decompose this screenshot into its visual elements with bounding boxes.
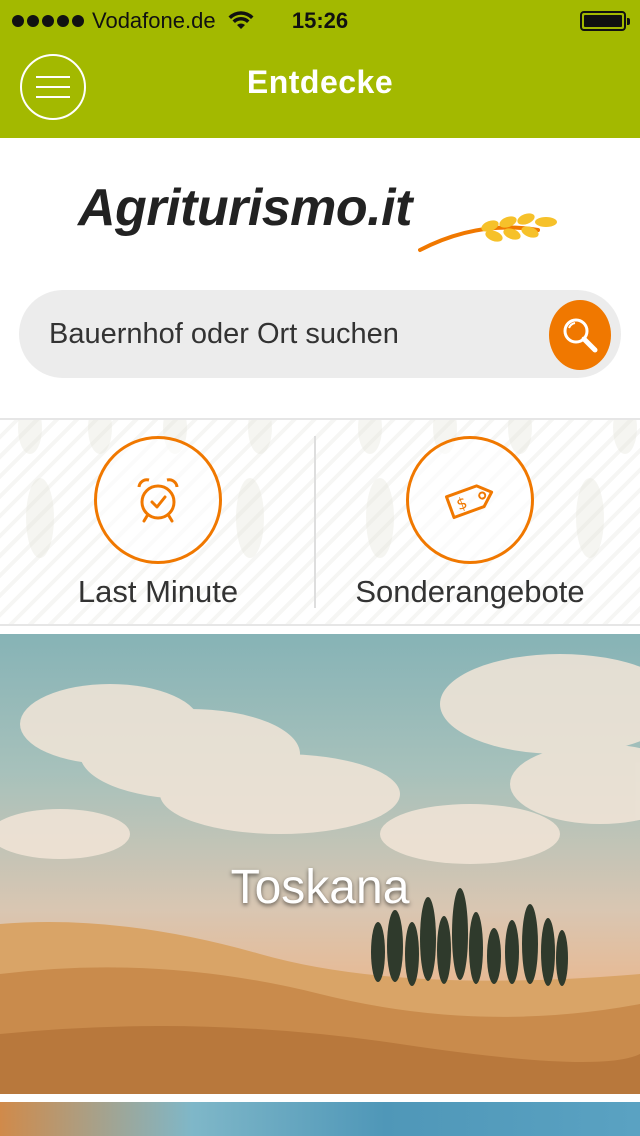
last-minute-button[interactable]: Last Minute: [8, 436, 308, 616]
wheat-icon: [418, 213, 557, 252]
sonderangebote-label: Sonderangebote: [355, 574, 585, 609]
brand-logo: Agriturismo.it: [78, 178, 568, 258]
svg-text:$: $: [454, 493, 470, 514]
alarm-clock-icon: [137, 478, 179, 523]
sonderangebote-button[interactable]: $ Sonderangebote: [320, 436, 620, 616]
last-minute-icon-circle: [94, 436, 222, 564]
destination-title: Toskana: [230, 861, 410, 914]
status-bar: Vodafone.de 15:26: [0, 0, 640, 40]
search-icon: [563, 318, 598, 353]
page-title: Entdecke: [246, 64, 394, 100]
last-minute-label: Last Minute: [77, 574, 239, 609]
quick-actions-divider: [314, 436, 316, 608]
battery-icon: [580, 11, 630, 31]
quick-actions: Last Minute $ Sonderangebote: [0, 418, 640, 626]
search-button[interactable]: [549, 300, 611, 370]
nav-bar: Entdecke: [0, 40, 640, 138]
sonderangebote-icon-circle: $: [406, 436, 534, 564]
destination-card-toskana[interactable]: Toskana: [0, 634, 640, 1094]
search-bar: [19, 290, 621, 378]
price-tag-icon: $: [445, 484, 494, 520]
search-input[interactable]: [49, 290, 549, 378]
status-time: 15:26: [291, 8, 349, 33]
logo-text: Agriturismo.it: [78, 179, 412, 237]
destination-card-next[interactable]: [0, 1102, 640, 1136]
